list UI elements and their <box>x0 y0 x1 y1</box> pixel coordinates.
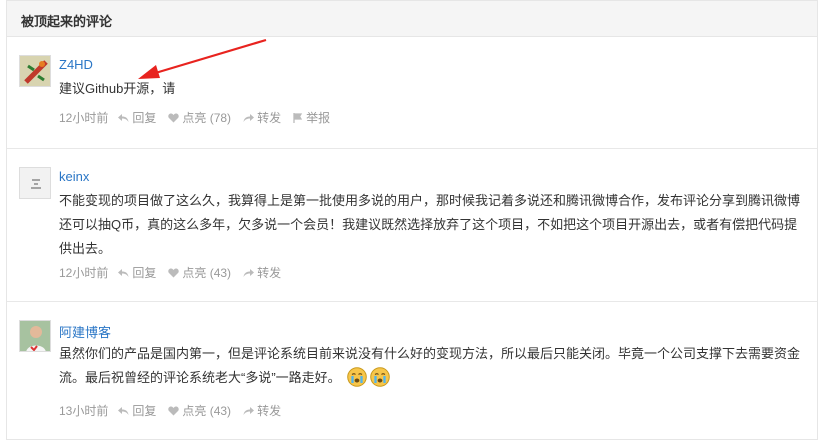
report-button[interactable]: 举报 <box>293 109 330 126</box>
heart-icon <box>168 268 180 277</box>
heart-icon <box>168 113 180 122</box>
share-icon <box>243 113 255 122</box>
share-button[interactable]: 转发 <box>243 264 281 281</box>
comment-text: 不能变现的项目做了这么久，我算得上是第一批使用多说的用户，那时候我记着多说还和腾… <box>59 193 801 256</box>
annotation-arrow-icon <box>138 38 267 79</box>
crying-emoji-icon <box>370 367 391 387</box>
comment-author[interactable]: 阿建博客 <box>59 322 111 341</box>
avatar[interactable] <box>19 167 51 199</box>
comment-time: 12小时前 <box>59 111 109 125</box>
heart-icon <box>168 406 180 415</box>
share-button[interactable]: 转发 <box>243 402 281 419</box>
comment-actions: 13小时前 回复 点亮 (43) 转发 <box>59 402 293 419</box>
panel-title: 被顶起来的评论 <box>7 1 817 37</box>
comment-actions: 12小时前 回复 点亮 (78) 转发 举报 <box>59 109 342 126</box>
comment-text-body: 虽然你们的产品是国内第一，但是评论系统目前来说没有什么好的变现方法，所以最后只能… <box>59 346 801 385</box>
comment-time: 13小时前 <box>59 404 109 418</box>
comment-author[interactable]: Z4HD <box>59 57 93 72</box>
hot-comments-panel: 被顶起来的评论 Z4HD 建议Github开源，请 12小时前 回复 点亮 (7… <box>6 0 818 440</box>
comment-actions: 12小时前 回复 点亮 (43) 转发 <box>59 264 293 281</box>
flag-icon <box>293 112 303 123</box>
reply-icon <box>118 406 129 415</box>
like-button[interactable]: 点亮 (43) <box>168 402 231 419</box>
share-button[interactable]: 转发 <box>243 109 281 126</box>
comment-time: 12小时前 <box>59 266 109 280</box>
reply-icon <box>118 113 129 122</box>
reply-button[interactable]: 回复 <box>118 264 156 281</box>
reply-button[interactable]: 回复 <box>118 109 156 126</box>
comment-item: keinx 不能变现的项目做了这么久，我算得上是第一批使用多说的用户，那时候我记… <box>7 149 817 301</box>
like-button[interactable]: 点亮 (43) <box>168 264 231 281</box>
reply-button[interactable]: 回复 <box>118 402 156 419</box>
comment-item: 阿建博客 虽然你们的产品是国内第一，但是评论系统目前来说没有什么好的变现方法，所… <box>7 302 817 440</box>
share-icon <box>243 406 255 415</box>
share-icon <box>243 268 255 277</box>
reply-icon <box>118 268 129 277</box>
comment-author[interactable]: keinx <box>59 169 89 184</box>
crying-emoji-icon <box>347 367 368 387</box>
avatar[interactable] <box>19 320 51 352</box>
comment-item: Z4HD 建议Github开源，请 12小时前 回复 点亮 (78) 转发 举报 <box>7 37 817 147</box>
like-button[interactable]: 点亮 (78) <box>168 109 231 126</box>
avatar[interactable] <box>19 55 51 87</box>
comment-text: 虽然你们的产品是国内第一，但是评论系统目前来说没有什么好的变现方法，所以最后只能… <box>59 342 809 390</box>
